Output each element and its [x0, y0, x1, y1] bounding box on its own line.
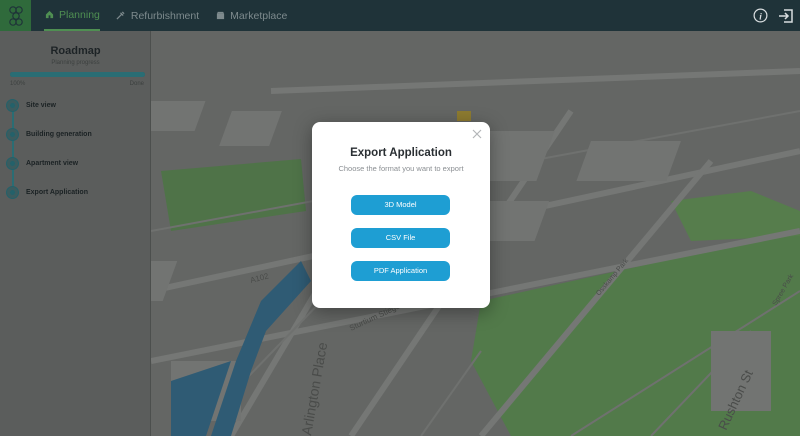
export-pdf-application-button[interactable]: PDF Application [351, 261, 450, 281]
nav-tab-label: Refurbishment [130, 9, 200, 22]
app-logo[interactable] [0, 0, 31, 31]
step-site-view[interactable]: Site view [6, 99, 56, 112]
roadmap-subtitle: Planning progress [51, 60, 100, 66]
step-indicator [6, 157, 19, 170]
nav-tab-planning[interactable]: Planning [44, 0, 100, 31]
dialog-subtitle: Choose the format you want to export [338, 164, 464, 173]
step-label: Site view [26, 102, 56, 109]
nav-tab-label: Marketplace [230, 9, 288, 22]
hexagon-logo-icon [8, 5, 23, 26]
export-3d-model-button[interactable]: 3D Model [351, 195, 450, 215]
top-bar: Planning Refurbishment Marketplace i [0, 0, 800, 31]
step-export-application[interactable]: Export Application [6, 186, 88, 199]
logout-icon[interactable] [778, 8, 794, 24]
roadmap-title: Roadmap [50, 45, 101, 57]
info-icon[interactable]: i [753, 8, 768, 23]
shop-icon [215, 11, 225, 21]
main-nav: Planning Refurbishment Marketplace [44, 0, 303, 31]
step-indicator [6, 128, 19, 141]
svg-text:i: i [759, 12, 762, 22]
nav-tab-marketplace[interactable]: Marketplace [215, 0, 287, 31]
step-indicator [6, 99, 19, 112]
step-apartment-view[interactable]: Apartment view [6, 157, 78, 170]
step-label: Apartment view [26, 160, 79, 167]
progress-bar [10, 72, 145, 77]
progress-done-label: Done [129, 81, 144, 87]
selected-building [457, 111, 471, 121]
progress-bar-fill [10, 72, 145, 77]
progress-percent: 100% [10, 81, 26, 87]
tools-icon [116, 11, 126, 21]
top-right-actions: i [753, 0, 794, 31]
nav-tab-refurbishment[interactable]: Refurbishment [116, 0, 199, 31]
home-icon [44, 10, 54, 20]
nav-tab-label: Planning [59, 8, 100, 21]
export-dialog: Export Application Choose the format you… [312, 122, 490, 308]
close-icon[interactable] [471, 128, 483, 140]
export-csv-file-button[interactable]: CSV File [351, 228, 450, 248]
step-label: Building generation [26, 131, 92, 138]
step-building-generation[interactable]: Building generation [6, 128, 92, 141]
dialog-title: Export Application [350, 147, 452, 159]
steps-connector [12, 111, 14, 191]
step-indicator [6, 186, 19, 199]
step-label: Export Application [26, 189, 88, 196]
roadmap-sidebar: Roadmap Planning progress 100% Done Site… [0, 31, 151, 436]
